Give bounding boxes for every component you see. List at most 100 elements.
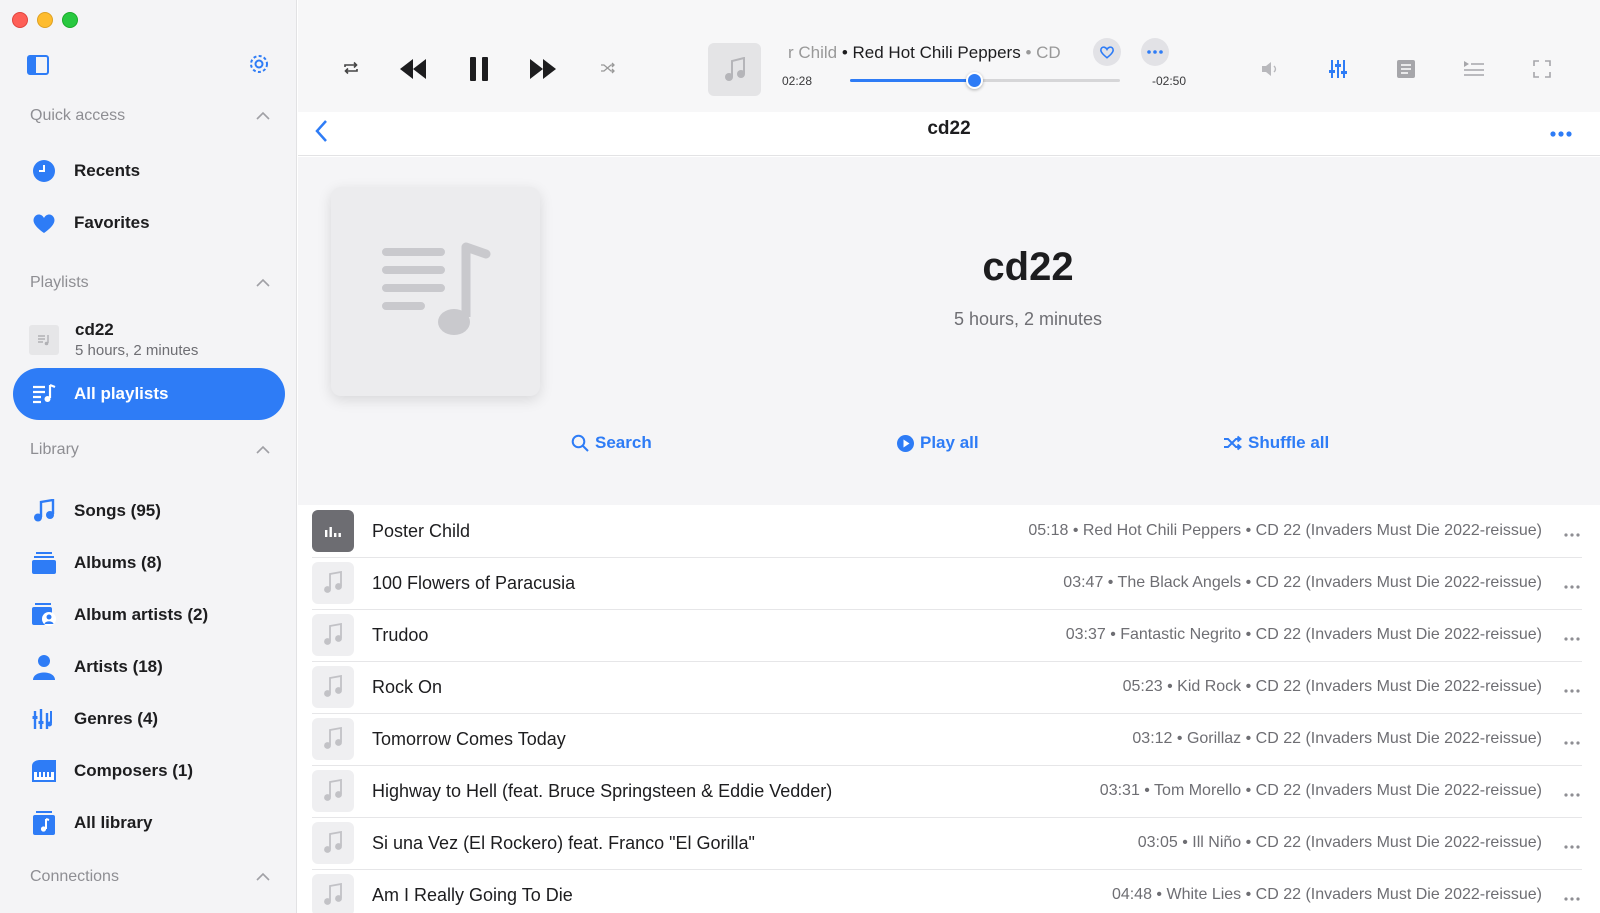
track-meta: 03:12 • Gorillaz • CD 22 (Invaders Must …: [1132, 730, 1542, 747]
music-note-icon: [312, 770, 354, 812]
track-more-icon[interactable]: [1562, 885, 1582, 906]
track-more-icon[interactable]: [1562, 729, 1582, 750]
lyrics-icon[interactable]: [1395, 58, 1417, 80]
page-title: cd22: [927, 118, 971, 139]
equalizer-icon[interactable]: [1326, 58, 1350, 80]
sidebar-item-label: All playlists: [74, 384, 169, 403]
sidebar-item-artists[interactable]: Artists (18): [13, 641, 285, 693]
progress-fill: [850, 79, 975, 82]
music-note-icon: [312, 614, 354, 656]
track-title: Poster Child: [372, 520, 471, 541]
sidebar-item-all-library[interactable]: All library: [13, 797, 285, 849]
sidebar-item-label: Songs (95): [74, 501, 161, 520]
header-more-icon[interactable]: [1550, 117, 1572, 143]
sidebar: Quick access Recents Favorites Playlists…: [0, 0, 297, 913]
track-row[interactable]: Rock On 05:23 • Kid Rock • CD 22 (Invader…: [312, 661, 1582, 714]
sidebar-item-albums[interactable]: Albums (8): [13, 537, 285, 589]
playlist-title: cd22: [75, 320, 114, 339]
now-playing-artist: • Red Hot Chili Peppers: [837, 43, 1021, 62]
sidebar-item-label: Recents: [74, 161, 141, 180]
sidebar-toggle-icon[interactable]: [27, 55, 49, 75]
favorite-heart-button[interactable]: [1093, 38, 1121, 66]
queue-icon[interactable]: [1462, 57, 1486, 79]
sidebar-item-favorites[interactable]: Favorites: [13, 197, 285, 249]
sidebar-item-label: Genres (4): [74, 709, 159, 728]
track-title: Si una Vez (El Rockero) feat. Franco "El…: [372, 832, 755, 853]
track-row[interactable]: Am I Really Going To Die 04:48 • White Li…: [312, 869, 1582, 913]
track-row[interactable]: Highway to Hell (feat. Bruce Springsteen…: [312, 765, 1582, 818]
quick-access-section-header[interactable]: Quick access: [30, 107, 270, 125]
chevron-up-icon: [256, 278, 270, 287]
now-playing-more-button[interactable]: [1141, 38, 1169, 66]
sidebar-item-composers[interactable]: Composers (1): [13, 745, 285, 797]
progress-knob[interactable]: [966, 72, 984, 89]
sidebar-item-all-playlists[interactable]: All playlists: [13, 368, 285, 420]
progress-slider[interactable]: [850, 72, 1120, 89]
next-track-icon[interactable]: [528, 56, 558, 82]
track-meta: 05:18 • Red Hot Chili Peppers • CD 22 (I…: [1028, 522, 1542, 539]
track-more-icon[interactable]: [1562, 781, 1582, 802]
content-header: cd22: [298, 112, 1600, 156]
sidebar-item-songs[interactable]: Songs (95): [13, 485, 285, 537]
connections-section-header[interactable]: Connections: [30, 868, 270, 886]
playlists-heading: Playlists: [30, 274, 89, 291]
heart-icon: [31, 210, 57, 236]
playlist-icon: [31, 381, 57, 407]
music-note-icon: [312, 718, 354, 760]
track-more-icon[interactable]: [1562, 833, 1582, 854]
sidebar-item-label: Albums (8): [74, 553, 162, 572]
track-meta: 05:23 • Kid Rock • CD 22 (Invaders Must …: [1122, 678, 1542, 695]
track-row[interactable]: Trudoo 03:37 • Fantastic Negrito • CD 22 …: [312, 609, 1582, 662]
shuffle-all-button[interactable]: Shuffle all: [1224, 433, 1329, 453]
close-window-button[interactable]: [12, 12, 28, 28]
volume-icon[interactable]: [1259, 58, 1281, 80]
track-title: Rock On: [372, 676, 443, 697]
playlist-artwork-icon: [381, 242, 490, 335]
now-playing-artwork[interactable]: [708, 43, 761, 96]
sidebar-item-genres[interactable]: Genres (4): [13, 693, 285, 745]
music-note-icon: [312, 874, 354, 913]
shuffle-icon[interactable]: [599, 59, 617, 77]
track-title: Tomorrow Comes Today: [372, 728, 566, 749]
library-icon: [31, 810, 57, 836]
repeat-icon[interactable]: [341, 58, 361, 78]
track-row[interactable]: Si una Vez (El Rockero) feat. Franco "El…: [312, 817, 1582, 870]
previous-track-icon[interactable]: [398, 56, 428, 82]
track-meta: 03:31 • Tom Morello • CD 22 (Invaders Mu…: [1099, 782, 1542, 799]
sidebar-item-recents[interactable]: Recents: [13, 145, 285, 197]
track-more-icon[interactable]: [1562, 625, 1582, 646]
remaining-time: -02:50: [1152, 74, 1187, 88]
track-row[interactable]: Poster Child 05:18 • Red Hot Chili Pepper…: [312, 505, 1582, 558]
track-title: Highway to Hell (feat. Bruce Springsteen…: [372, 780, 833, 801]
track-more-icon[interactable]: [1562, 521, 1582, 542]
now-playing-bars-icon: [312, 510, 354, 552]
sidebar-item-album-artists[interactable]: Album artists (2): [13, 589, 285, 641]
playlist-artwork: [331, 187, 540, 396]
sidebar-item-label: Composers (1): [74, 761, 194, 780]
search-button[interactable]: Search: [571, 433, 652, 453]
music-note-icon: [312, 822, 354, 864]
fullscreen-icon[interactable]: [1531, 58, 1553, 80]
track-row[interactable]: Tomorrow Comes Today 03:12 • Gorillaz • C…: [312, 713, 1582, 766]
library-section-header[interactable]: Library: [30, 441, 270, 459]
pause-icon[interactable]: [467, 56, 491, 82]
playlists-section-header[interactable]: Playlists: [30, 274, 270, 292]
track-title: 100 Flowers of Paracusia: [372, 572, 576, 593]
settings-gear-icon[interactable]: [247, 52, 271, 76]
track-list: Poster Child 05:18 • Red Hot Chili Pepper…: [298, 505, 1600, 913]
zoom-window-button[interactable]: [62, 12, 78, 28]
heart-outline-icon: [1100, 46, 1114, 59]
play-circle-icon: [897, 434, 914, 452]
sidebar-playlist-cd22[interactable]: cd22 5 hours, 2 minutes: [29, 320, 198, 359]
track-row[interactable]: 100 Flowers of Paracusia 03:47 • The Blac…: [312, 557, 1582, 610]
album-artists-icon: [31, 602, 57, 628]
play-all-button[interactable]: Play all: [897, 433, 979, 453]
now-playing-title: r Child • Red Hot Chili Peppers • CD: [788, 43, 1078, 63]
chevron-up-icon: [256, 872, 270, 881]
music-note-icon: [31, 498, 57, 524]
track-more-icon[interactable]: [1562, 677, 1582, 698]
track-more-icon[interactable]: [1562, 573, 1582, 594]
minimize-window-button[interactable]: [37, 12, 53, 28]
music-note-icon: [312, 666, 354, 708]
now-playing-album: • CD: [1020, 43, 1061, 62]
